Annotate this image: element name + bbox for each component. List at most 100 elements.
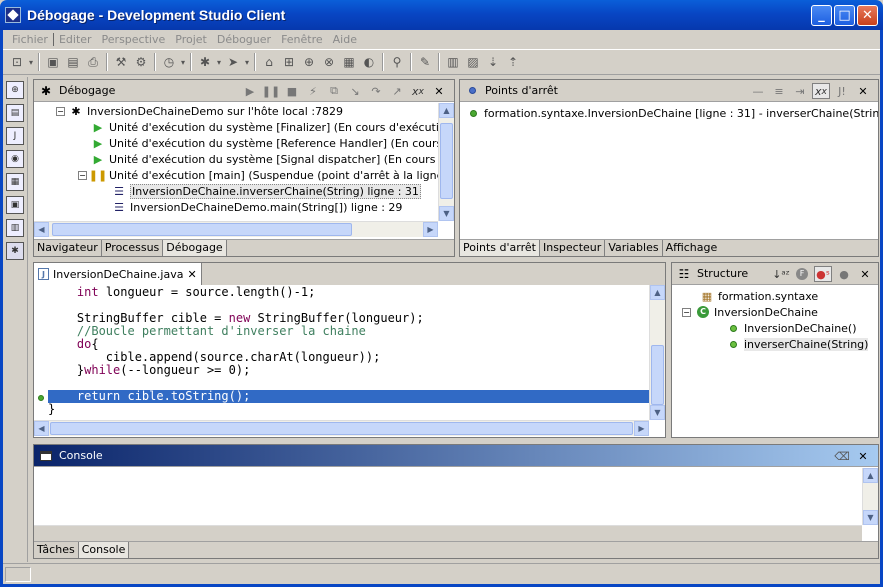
step-return-icon[interactable]: ↗: [388, 83, 406, 99]
thread-row[interactable]: ▶ Unité d'exécution du système [Signal d…: [34, 151, 454, 167]
close-editor-icon[interactable]: ✕: [187, 268, 196, 281]
scroll-thumb[interactable]: [440, 123, 453, 199]
hide-nonpublic-icon[interactable]: ●: [835, 266, 853, 282]
debug-horizontal-scrollbar[interactable]: ◀ ▶: [34, 221, 438, 237]
structure-row[interactable]: inverserChaine(String): [672, 336, 878, 352]
scroll-right-arrow[interactable]: ▶: [423, 222, 438, 237]
code-area[interactable]: int longueur = source.length()-1; String…: [34, 285, 665, 437]
close-window-button[interactable]: ✕: [857, 5, 878, 26]
thread-row[interactable]: ▶ Unité d'exécution du système [Referenc…: [34, 135, 454, 151]
disconnect-icon[interactable]: ⚡: [304, 83, 322, 99]
tab-navigateur[interactable]: Navigateur: [34, 240, 102, 256]
resume-icon[interactable]: ▶: [241, 83, 259, 99]
remove-breakpoint-icon[interactable]: —: [749, 83, 767, 99]
save-all-icon[interactable]: ▤: [63, 52, 83, 72]
save-icon[interactable]: ▣: [43, 52, 63, 72]
scroll-left-arrow[interactable]: ◀: [34, 222, 49, 237]
open-editor-icon[interactable]: ▥: [443, 52, 463, 72]
search-icon[interactable]: ⚲: [387, 52, 407, 72]
debug-target-row[interactable]: − ✱ InversionDeChaineDemo sur l'hôte loc…: [34, 103, 454, 119]
sort-icon[interactable]: ↓ᵃᶻ: [772, 266, 790, 282]
scroll-up-arrow[interactable]: ▲: [650, 285, 665, 300]
remove-terminated-icon[interactable]: ⧉: [325, 83, 343, 99]
breakpoint-row[interactable]: formation.syntaxe.InversionDeChaine [lig…: [460, 105, 878, 121]
clear-console-icon[interactable]: ⌫: [833, 448, 851, 464]
build-icon[interactable]: ⚒: [111, 52, 131, 72]
thread-row[interactable]: − ❚❚ Unité d'exécution [main] (Suspendue…: [34, 167, 454, 183]
minimize-button[interactable]: _: [811, 5, 832, 26]
console-horizontal-scrollbar[interactable]: [34, 525, 862, 541]
open-perspective-icon[interactable]: ⊕: [6, 81, 24, 99]
step-into-icon[interactable]: ↘: [346, 83, 364, 99]
stack-frame-row[interactable]: ☰ InversionDeChaine.inverserChaine(Strin…: [34, 183, 454, 199]
editor-tab[interactable]: J InversionDeChaine.java ✕: [34, 263, 202, 285]
console-vertical-scrollbar[interactable]: ▲ ▼: [862, 468, 878, 525]
structure-row[interactable]: ▦ formation.syntaxe: [672, 288, 878, 304]
tab-points-arret[interactable]: Points d'arrêt: [460, 240, 540, 256]
open-type-icon[interactable]: ◐: [359, 52, 379, 72]
run-icon[interactable]: ➤: [223, 52, 243, 72]
menu-deboguer[interactable]: Déboguer: [212, 33, 276, 46]
new-project-icon[interactable]: ⌂: [259, 52, 279, 72]
menu-fenetre[interactable]: Fenêtre: [276, 33, 328, 46]
tab-processus[interactable]: Processus: [101, 240, 164, 256]
collapse-toggle[interactable]: −: [56, 106, 65, 116]
thread-row[interactable]: ▶ Unité d'exécution du système [Finalize…: [34, 119, 454, 135]
filters-icon[interactable]: xx: [409, 83, 427, 99]
scroll-down-arrow[interactable]: ▼: [439, 206, 454, 221]
new-folder-icon[interactable]: ▦: [339, 52, 359, 72]
step-icon[interactable]: ⚙: [131, 52, 151, 72]
tab-console[interactable]: Console: [78, 542, 130, 558]
structure-row[interactable]: InversionDeChaine(): [672, 320, 878, 336]
maximize-button[interactable]: □: [834, 5, 855, 26]
scroll-thumb[interactable]: [52, 223, 352, 236]
new-wizard-icon[interactable]: ⊡: [7, 52, 27, 72]
perspective-web-icon[interactable]: ◉: [6, 150, 24, 168]
filters-icon[interactable]: xx: [812, 83, 830, 99]
menu-perspective[interactable]: Perspective: [97, 33, 171, 46]
timer-icon[interactable]: ◷: [159, 52, 179, 72]
debug-bug-icon[interactable]: ✱: [195, 52, 215, 72]
debug-vertical-scrollbar[interactable]: ▲ ▼: [438, 103, 454, 221]
scroll-down-arrow[interactable]: ▼: [863, 510, 878, 525]
editor-vertical-scrollbar[interactable]: ▲ ▼: [649, 285, 665, 420]
step-over-icon[interactable]: ↷: [367, 83, 385, 99]
java-exception-icon[interactable]: J!: [833, 83, 851, 99]
scroll-thumb[interactable]: [50, 422, 633, 435]
new-class-icon[interactable]: ⊕: [299, 52, 319, 72]
code-line[interactable]: }: [48, 403, 650, 416]
scroll-down-arrow[interactable]: ▼: [650, 405, 665, 420]
close-debug-view-icon[interactable]: ✕: [430, 83, 448, 99]
perspective-1-icon[interactable]: ▤: [6, 104, 24, 122]
tab-debogage[interactable]: Débogage: [163, 240, 227, 256]
dropdown-icon[interactable]: ▾: [215, 52, 223, 72]
dropdown-icon[interactable]: ▾: [27, 52, 35, 72]
scroll-up-arrow[interactable]: ▲: [439, 103, 454, 118]
new-interface-icon[interactable]: ⊗: [319, 52, 339, 72]
perspective-resource-icon[interactable]: ▦: [6, 173, 24, 191]
collapse-toggle[interactable]: −: [682, 307, 691, 317]
scroll-right-arrow[interactable]: ▶: [634, 421, 649, 436]
code-text[interactable]: int longueur = source.length()-1; String…: [48, 286, 650, 416]
structure-row[interactable]: − C InversionDeChaine: [672, 304, 878, 320]
breakpoint-marker-icon[interactable]: [38, 395, 44, 401]
scroll-left-arrow[interactable]: ◀: [34, 421, 49, 436]
code-line[interactable]: return cible.toString();: [48, 390, 650, 403]
dropdown-icon[interactable]: ▾: [179, 52, 187, 72]
tab-inspecteur[interactable]: Inspecteur: [539, 240, 606, 256]
show-breakpoint-icon[interactable]: ⇥: [791, 83, 809, 99]
stack-frame-row[interactable]: ☰ InversionDeChaineDemo.main(String[]) l…: [34, 199, 454, 215]
close-breakpoints-view-icon[interactable]: ✕: [854, 83, 872, 99]
menu-aide[interactable]: Aide: [328, 33, 362, 46]
print-icon[interactable]: ⎙: [83, 52, 103, 72]
terminate-icon[interactable]: ■: [283, 83, 301, 99]
code-line[interactable]: int longueur = source.length()-1;: [48, 286, 650, 299]
perspective-team-icon[interactable]: ▣: [6, 196, 24, 214]
editor-horizontal-scrollbar[interactable]: ◀ ▶: [34, 420, 649, 436]
hide-static-icon[interactable]: ●ˢ: [814, 266, 832, 282]
perspective-java-icon[interactable]: J: [6, 127, 24, 145]
tab-variables[interactable]: Variables: [605, 240, 663, 256]
hide-fields-icon[interactable]: F: [793, 266, 811, 282]
dropdown-icon[interactable]: ▾: [243, 52, 251, 72]
perspective-data-icon[interactable]: ▥: [6, 219, 24, 237]
